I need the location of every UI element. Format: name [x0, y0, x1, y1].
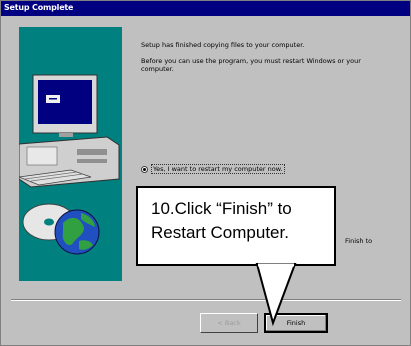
callout-line-1: 10.Click “Finish” to	[151, 199, 292, 218]
globe-icon	[54, 209, 100, 255]
callout-line-2: Restart Computer.	[151, 223, 289, 242]
restart-now-label[interactable]: Yes, I want to restart my computer now.	[151, 164, 285, 174]
setup-illustration	[19, 27, 122, 281]
finish-button[interactable]: Finish	[264, 313, 328, 333]
title-bar[interactable]: Setup Complete	[1, 1, 410, 16]
restart-now-option[interactable]: Yes, I want to restart my computer now.	[141, 164, 285, 174]
restart-now-radio[interactable]	[141, 165, 148, 173]
back-button[interactable]: < Back	[200, 313, 258, 333]
window-title: Setup Complete	[4, 3, 74, 12]
finished-message: Setup has finished copying files to your…	[141, 41, 305, 49]
monitor-icon	[32, 74, 98, 137]
setup-complete-window: Setup Complete Setup has finished copyin…	[0, 0, 411, 346]
finish-instruction-text: Finish to	[345, 237, 373, 245]
callout-text: 10.Click “Finish” to Restart Computer.	[151, 197, 331, 245]
computer-illustration-icon	[19, 27, 122, 281]
restart-message: Before you can use the program, you must…	[141, 57, 361, 73]
computer-icon	[19, 136, 120, 188]
radio-selected-dot	[143, 167, 146, 171]
button-separator	[11, 299, 401, 301]
